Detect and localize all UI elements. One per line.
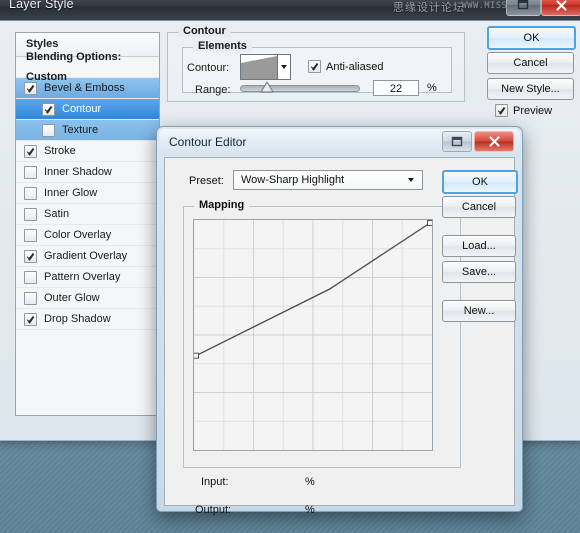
- checkbox-drop-shadow[interactable]: [24, 312, 37, 326]
- sidebar-item-texture[interactable]: Texture: [16, 120, 159, 141]
- window-title: Layer Style: [9, 0, 74, 11]
- input-label: Input:: [201, 476, 229, 488]
- sidebar-item-gradient-overlay[interactable]: Gradient Overlay: [16, 246, 159, 267]
- range-percent-label: %: [427, 82, 437, 94]
- contour-field-label: Contour:: [187, 62, 230, 74]
- sidebar-item-inner-shadow[interactable]: Inner Shadow: [16, 162, 159, 183]
- sidebar-item-label: Outer Glow: [44, 292, 100, 304]
- curve-mapping-grid[interactable]: [193, 219, 433, 451]
- elements-group-legend: Elements: [193, 40, 252, 52]
- range-field-label: Range:: [195, 84, 231, 96]
- ok-button[interactable]: OK: [487, 26, 576, 50]
- sidebar-item-drop-shadow[interactable]: Drop Shadow: [16, 309, 159, 330]
- elements-group: Elements Contour: Anti-aliased Range: 22: [182, 40, 452, 96]
- contour-group-legend: Contour: [178, 25, 231, 37]
- sidebar-item-label: Satin: [44, 208, 70, 220]
- checkbox-inner-shadow[interactable]: [24, 165, 37, 179]
- new-button[interactable]: New...: [442, 300, 516, 322]
- save-button[interactable]: Save...: [442, 261, 516, 283]
- sidebar-item-pattern-overlay[interactable]: Pattern Overlay: [16, 267, 159, 288]
- sidebar-item-label: Texture: [62, 124, 99, 136]
- help-restore-icon[interactable]: [506, 0, 541, 16]
- sidebar-item-label: Inner Glow: [44, 187, 98, 199]
- mapping-group: Mapping: [183, 199, 461, 468]
- checkbox-anti-aliased[interactable]: [308, 60, 321, 73]
- checkbox-gradient-overlay[interactable]: [24, 249, 37, 263]
- checkbox-outer-glow[interactable]: [24, 291, 37, 305]
- preset-label: Preset:: [189, 175, 224, 187]
- sidebar-item-stroke[interactable]: Stroke: [16, 141, 159, 162]
- new-style-button[interactable]: New Style...: [487, 78, 574, 100]
- watermark-text-cn: 思缘设计论坛: [393, 2, 465, 14]
- close-icon[interactable]: [541, 0, 580, 16]
- cancel-button[interactable]: Cancel: [487, 52, 574, 74]
- range-slider-track[interactable]: [240, 85, 360, 92]
- sidebar-item-label: Contour: [62, 103, 102, 115]
- checkbox-texture[interactable]: [42, 123, 55, 137]
- preset-selected-value: Wow-Sharp Highlight: [241, 174, 345, 186]
- input-percent-label: %: [305, 476, 315, 488]
- contour-editor-titlebar[interactable]: Contour Editor: [159, 129, 520, 155]
- output-label: Output:: [195, 504, 232, 516]
- checkbox-bevel-emboss[interactable]: [24, 81, 37, 95]
- mapping-group-legend: Mapping: [194, 199, 250, 211]
- sidebar-item-label: Stroke: [44, 145, 76, 157]
- checkbox-contour[interactable]: [42, 102, 55, 116]
- checkbox-satin[interactable]: [24, 207, 37, 221]
- contour-dropdown-arrow[interactable]: [278, 54, 291, 80]
- close-icon[interactable]: [474, 131, 514, 152]
- help-restore-icon[interactable]: [442, 131, 472, 152]
- range-value-input[interactable]: 22: [373, 80, 419, 96]
- ok-button[interactable]: OK: [442, 170, 518, 194]
- sidebar-item-label: Pattern Overlay: [44, 271, 121, 283]
- sidebar-item-inner-glow[interactable]: Inner Glow: [16, 183, 159, 204]
- sidebar-item-color-overlay[interactable]: Color Overlay: [16, 225, 159, 246]
- sidebar-item-label: Gradient Overlay: [44, 250, 128, 262]
- sidebar-item-contour[interactable]: Contour: [16, 99, 159, 120]
- anti-aliased-label: Anti-aliased: [326, 60, 384, 73]
- sidebar-item-blending-options[interactable]: Blending Options: Custom: [16, 51, 159, 83]
- sidebar-item-label: Color Overlay: [44, 229, 112, 241]
- layer-style-titlebar[interactable]: Layer Style 思缘设计论坛 WWW.MISSYUAN.COM: [0, 0, 580, 21]
- checkbox-color-overlay[interactable]: [24, 228, 37, 242]
- styles-list-panel[interactable]: Styles Blending Options: Custom Bevel & …: [15, 32, 160, 416]
- dialog-title: Contour Editor: [169, 135, 247, 149]
- contour-preview-swatch[interactable]: [240, 54, 278, 80]
- contour-group: Contour Elements Contour: Anti-aliased R…: [167, 25, 465, 102]
- sidebar-item-outer-glow[interactable]: Outer Glow: [16, 288, 159, 309]
- checkbox-pattern-overlay[interactable]: [24, 270, 37, 284]
- chevron-down-icon: [408, 178, 414, 182]
- contour-editor-dialog: Contour Editor Preset: Wow-Sharp Highlig…: [156, 126, 523, 516]
- sidebar-item-label: Inner Shadow: [44, 166, 112, 178]
- checkbox-stroke[interactable]: [24, 144, 37, 158]
- sidebar-item-label: Drop Shadow: [44, 313, 111, 325]
- cancel-button[interactable]: Cancel: [442, 196, 516, 218]
- preview-checkbox-group[interactable]: Preview: [495, 104, 552, 117]
- output-percent-label: %: [305, 504, 315, 516]
- preview-label: Preview: [513, 104, 553, 117]
- load-button[interactable]: Load...: [442, 235, 516, 257]
- contour-editor-body: Preset: Wow-Sharp Highlight Mapping Inpu…: [164, 157, 518, 516]
- antialiased-checkbox-group[interactable]: Anti-aliased: [308, 60, 383, 73]
- sidebar-item-satin[interactable]: Satin: [16, 204, 159, 225]
- checkbox-inner-glow[interactable]: [24, 186, 37, 200]
- preset-dropdown[interactable]: Wow-Sharp Highlight: [233, 170, 423, 190]
- chevron-down-icon: [281, 65, 287, 69]
- checkbox-preview[interactable]: [495, 104, 508, 117]
- range-slider-thumb[interactable]: [260, 81, 274, 94]
- sidebar-item-label: Bevel & Emboss: [44, 82, 125, 94]
